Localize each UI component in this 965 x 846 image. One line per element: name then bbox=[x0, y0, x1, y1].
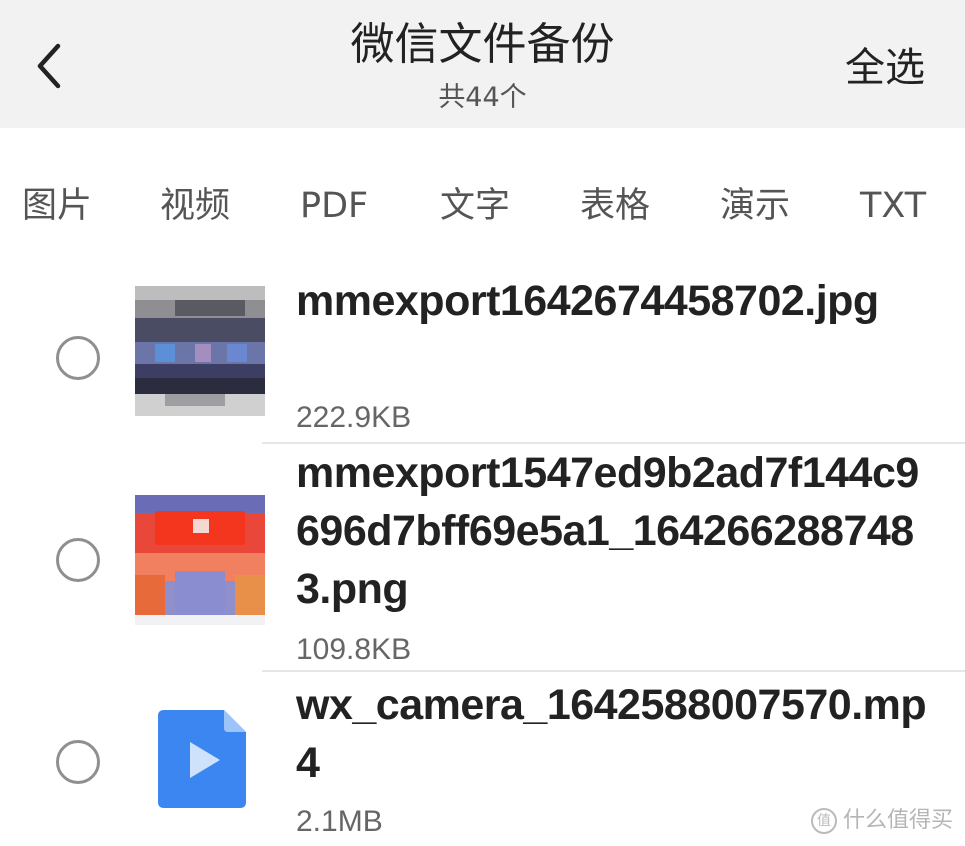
select-radio[interactable] bbox=[56, 538, 100, 582]
file-name[interactable]: wx_camera_1642588007570.mp4 bbox=[296, 676, 936, 792]
tab-txt[interactable]: TXT bbox=[860, 178, 926, 234]
file-count: 共44个 bbox=[438, 82, 527, 113]
file-name[interactable]: mmexport1642674458702.jpg bbox=[296, 272, 936, 330]
tab-images[interactable]: 图片 bbox=[22, 178, 92, 234]
tab-videos[interactable]: 视频 bbox=[160, 178, 230, 234]
watermark-logo-icon: 值 bbox=[810, 808, 837, 834]
select-radio[interactable] bbox=[56, 336, 100, 380]
tab-text[interactable]: 文字 bbox=[440, 178, 510, 234]
category-tabs: 图片 视频 PDF 文字 表格 演示 TXT bbox=[0, 178, 965, 234]
watermark: 值 什么值得买 bbox=[810, 806, 953, 836]
select-radio[interactable] bbox=[56, 740, 100, 784]
tab-presentations[interactable]: 演示 bbox=[720, 178, 790, 234]
select-all-button[interactable]: 全选 bbox=[845, 40, 925, 96]
page-title: 微信文件备份 bbox=[350, 19, 615, 70]
header: 微信文件备份 共44个 全选 bbox=[0, 0, 965, 128]
divider bbox=[262, 670, 965, 672]
image-thumbnail[interactable] bbox=[135, 495, 265, 625]
file-size: 109.8KB bbox=[296, 633, 412, 666]
blurred-image bbox=[135, 495, 265, 625]
tab-spreadsheets[interactable]: 表格 bbox=[580, 178, 650, 234]
tab-pdf[interactable]: PDF bbox=[300, 178, 368, 234]
file-name[interactable]: mmexport1547ed9b2ad7f144c9696d7bff69e5a1… bbox=[296, 444, 936, 618]
watermark-text: 什么值得买 bbox=[842, 808, 953, 833]
image-thumbnail[interactable] bbox=[135, 286, 265, 416]
blurred-image bbox=[135, 286, 265, 416]
file-size: 2.1MB bbox=[296, 805, 383, 838]
video-file-icon[interactable] bbox=[158, 710, 246, 808]
file-size: 222.9KB bbox=[296, 401, 412, 434]
